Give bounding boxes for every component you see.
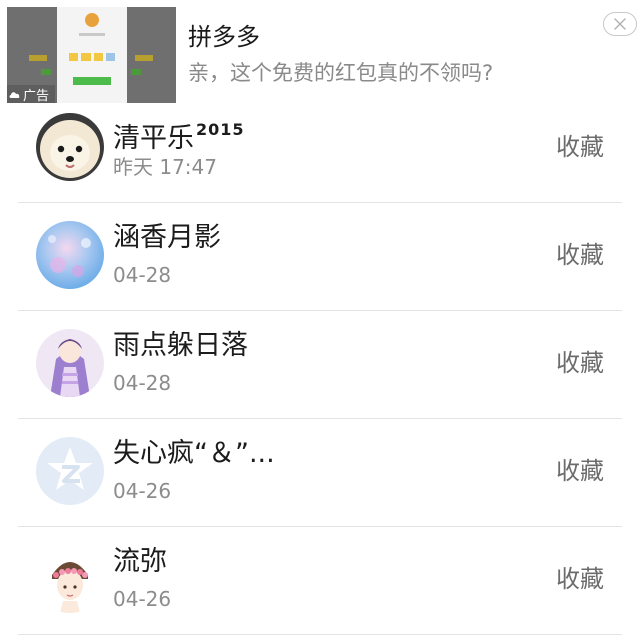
- screen: 广告 拼多多 亲，这个免费的红包真的不领吗? 清平乐 2015 昨天 17:47…: [0, 0, 640, 639]
- contact-date: 昨天 17:47: [113, 155, 217, 179]
- contact-name: 流弥: [113, 546, 167, 577]
- favorite-button[interactable]: 收藏: [556, 348, 604, 378]
- contact-date: 04-28: [113, 263, 172, 287]
- contact-name: 涵香月影: [113, 222, 221, 253]
- thumbnail-decoration: [29, 55, 47, 61]
- close-icon: [614, 18, 626, 30]
- list-item[interactable]: 清平乐 2015 昨天 17:47 收藏: [18, 95, 622, 203]
- contact-date: 04-26: [113, 587, 172, 611]
- default-avatar-icon: [36, 437, 104, 505]
- name-superscript: 2015: [196, 120, 245, 139]
- avatar[interactable]: [36, 113, 104, 181]
- thumbnail-decoration: [41, 69, 51, 75]
- thumbnail-decoration: [135, 55, 153, 61]
- contact-date: 04-28: [113, 371, 172, 395]
- list-item[interactable]: 失心疯“＆”... 04-26 收藏: [18, 419, 622, 527]
- avatar[interactable]: [36, 329, 104, 397]
- favorite-button[interactable]: 收藏: [556, 132, 604, 162]
- ad-description[interactable]: 亲，这个免费的红包真的不领吗?: [188, 58, 493, 88]
- avatar[interactable]: [36, 221, 104, 289]
- list-item[interactable]: 流弥 04-26 收藏: [18, 527, 622, 635]
- contact-date: 04-26: [113, 479, 172, 503]
- contact-name: 清平乐 2015: [113, 120, 245, 154]
- thumbnail-dialog: [57, 7, 127, 103]
- list-item[interactable]: 雨点躲日落 04-28 收藏: [18, 311, 622, 419]
- avatar[interactable]: [36, 545, 104, 613]
- favorite-button[interactable]: 收藏: [556, 456, 604, 486]
- favorite-button[interactable]: 收藏: [556, 564, 604, 594]
- ad-thumbnail[interactable]: 广告: [7, 7, 176, 103]
- list-item[interactable]: 涵香月影 04-28 收藏: [18, 203, 622, 311]
- ad-title[interactable]: 拼多多: [188, 21, 260, 53]
- contact-name: 雨点躲日落: [113, 330, 248, 361]
- thumbnail-decoration: [131, 69, 141, 75]
- ad-banner[interactable]: 广告 拼多多 亲，这个免费的红包真的不领吗?: [0, 0, 640, 104]
- contact-name: 失心疯“＆”...: [113, 438, 275, 469]
- close-ad-button[interactable]: [603, 12, 637, 36]
- favorite-button[interactable]: 收藏: [556, 240, 604, 270]
- app-logo-icon: [85, 13, 99, 27]
- avatar[interactable]: [36, 437, 104, 505]
